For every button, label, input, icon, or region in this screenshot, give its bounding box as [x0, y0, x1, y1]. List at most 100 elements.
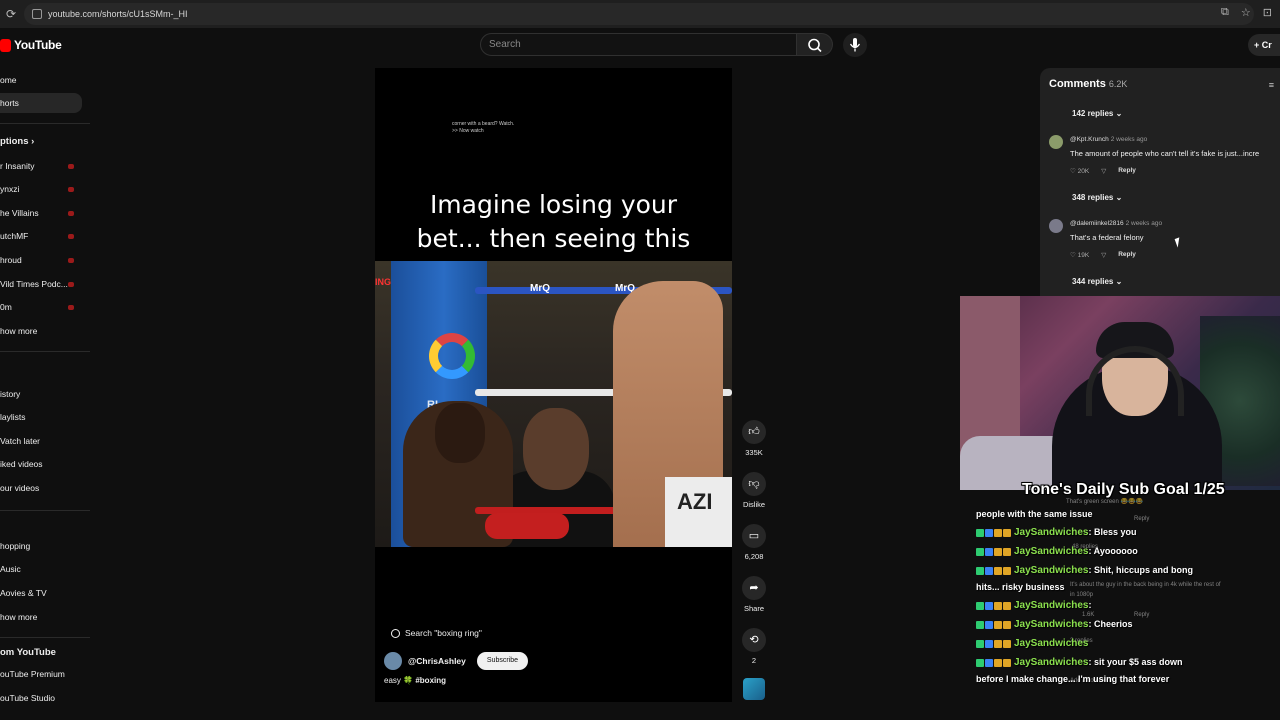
like-button[interactable]: ♡ 20K [1070, 167, 1089, 175]
reply-button[interactable]: Reply [1118, 251, 1136, 259]
browser-toolbar: ⟳ youtube.com/shorts/cU1sSMm-_HI ⧉ ☆ ⊡ [0, 0, 1280, 28]
like-button[interactable]: 👍︎ 335K [736, 420, 772, 457]
chevron-right-icon: › [31, 136, 35, 147]
seated-fighter-head [435, 403, 485, 463]
comment-username: @dalemiinkel2816 [1070, 220, 1124, 227]
sound-thumbnail[interactable] [736, 678, 772, 700]
live-icon [68, 164, 74, 169]
sidebar-item-subscription[interactable]: he Villains [0, 203, 82, 223]
sidebar-item-subscription[interactable]: ynxzi [0, 179, 82, 199]
avatar[interactable] [384, 652, 402, 670]
star-icon[interactable]: ☆ [1241, 6, 1251, 19]
sidebar-item-youtube-studio[interactable]: ouTube Studio [0, 688, 82, 708]
search-button[interactable] [797, 33, 833, 56]
chat-username: JaySandwiches [1014, 638, 1089, 649]
sidebar-item-playlists[interactable]: laylists [0, 407, 82, 427]
sidebar-item-subscription[interactable]: 0m [0, 297, 82, 317]
avatar[interactable] [1049, 135, 1063, 149]
comments-button[interactable]: ▭ 6,208 [736, 524, 772, 561]
share-icon: ➦ [742, 576, 766, 600]
comment-username: @Kpt.Krunch [1070, 136, 1109, 143]
replies-label: 344 replies [1072, 277, 1114, 286]
badge-icon [994, 566, 1002, 575]
sidebar-item-your-videos[interactable]: our videos [0, 478, 82, 498]
sidebar-item-subscription[interactable]: Vild Times Podc... [0, 274, 82, 294]
like-count: 20K [1077, 168, 1090, 175]
view-replies-button[interactable]: 142 replies ⌄ [1072, 109, 1122, 118]
chat-badges [976, 653, 1012, 672]
avatar[interactable] [1049, 219, 1063, 233]
search-icon [391, 628, 400, 638]
sidebar-item-liked-videos[interactable]: iked videos [0, 454, 82, 474]
plus-icon: + [1254, 40, 1262, 50]
search-icon [808, 38, 822, 53]
sidebar-item-subscription[interactable]: r Insanity [0, 156, 82, 176]
dislike-button[interactable]: ▽ [1101, 167, 1106, 175]
chat-message: JaySandwiches: Ayoooooo [976, 542, 1276, 561]
thumbs-down-icon: ▽ [1101, 168, 1107, 175]
sidebar-item-subscription[interactable]: utchMF [0, 226, 82, 246]
share-button[interactable]: ➦ Share [736, 576, 772, 613]
sidebar-item-shopping[interactable]: hopping [0, 536, 82, 556]
badge-icon [1003, 620, 1011, 629]
create-button[interactable]: + Cr [1248, 34, 1280, 56]
badge-icon [1003, 639, 1011, 648]
sidebar-item-youtube-premium[interactable]: ouTube Premium [0, 664, 82, 684]
badge-icon [985, 658, 993, 667]
dislike-button[interactable]: ▽ [1101, 251, 1106, 259]
like-button[interactable]: ♡ 19K [1070, 251, 1089, 259]
comment-time: 2 weeks ago [1125, 220, 1163, 227]
chat-message-text: : sit your $5 ass down [1088, 657, 1183, 667]
chat-message: JaySandwiches: [976, 596, 1276, 615]
badge-icon [976, 528, 984, 537]
comments-count: 6,208 [744, 552, 764, 561]
install-icon[interactable]: ⧉ [1221, 6, 1229, 19]
reply-button[interactable]: Reply [1118, 167, 1136, 175]
sidebar-item-history[interactable]: istory [0, 384, 82, 404]
related-search-link[interactable]: Search "boxing ring" [391, 628, 482, 638]
stream-chat: That's green screen 😂😂😂 Reply 48 replies… [976, 499, 1276, 704]
badge-icon [976, 601, 984, 610]
badge-icon [994, 620, 1002, 629]
subscription-label: hroud [0, 255, 22, 265]
sidebar-item-shorts[interactable]: horts [0, 93, 82, 113]
logo-text: YouTube [14, 38, 62, 52]
badge-icon [985, 601, 993, 610]
show-more-button[interactable]: how more [0, 321, 82, 341]
chat-message-text: before I make change... I'm using that f… [976, 674, 1170, 684]
comments-count: 6.2K [1108, 79, 1128, 89]
comment-author[interactable]: @Kpt.Krunch 2 weeks ago [1070, 136, 1147, 143]
subscription-label: ynxzi [0, 184, 20, 194]
sound-thumbnail-image [743, 678, 765, 700]
dislike-button[interactable]: 👎︎ Dislike [736, 472, 772, 509]
extensions-icon[interactable]: ⊡ [1263, 6, 1272, 19]
voice-search-button[interactable] [843, 33, 867, 57]
badge-icon [976, 658, 984, 667]
address-bar[interactable]: youtube.com/shorts/cU1sSMm-_HI [24, 3, 1254, 25]
chat-badges [976, 561, 1012, 580]
remix-button[interactable]: ⟲ 2 [736, 628, 772, 665]
sidebar-item-movies-tv[interactable]: Aovies & TV [0, 583, 82, 603]
sidebar-item-subscription[interactable]: hroud [0, 250, 82, 270]
hashtag-link[interactable]: #boxing [415, 676, 446, 685]
sort-icon[interactable]: ≡ [1269, 80, 1274, 90]
shorts-video-player[interactable]: corner with a beard? Watch. >> Now watch… [375, 68, 732, 702]
search-input[interactable]: Search [480, 33, 797, 56]
chat-message: JaySandwiches: Bless you [976, 523, 1276, 542]
site-info-icon[interactable] [32, 9, 42, 19]
overlay-line: corner with a beard? Watch. [452, 121, 515, 127]
view-replies-button[interactable]: 344 replies ⌄ [1072, 277, 1122, 286]
subscribe-button[interactable]: Subscribe [476, 652, 529, 670]
sidebar-item-home[interactable]: ome [0, 70, 82, 90]
chat-badges [976, 523, 1012, 542]
sidebar-item-watch-later[interactable]: Vatch later [0, 431, 82, 451]
view-replies-button[interactable]: 348 replies ⌄ [1072, 193, 1122, 202]
channel-name[interactable]: @ChrisAshley [408, 656, 466, 666]
comment-author[interactable]: @dalemiinkel2816 2 weeks ago [1070, 220, 1162, 227]
show-more-button[interactable]: how more [0, 607, 82, 627]
subscriptions-header[interactable]: ptions › [0, 132, 82, 152]
youtube-logo[interactable]: YouTube [0, 38, 62, 52]
live-icon [68, 282, 74, 287]
sidebar-item-music[interactable]: Ausic [0, 559, 82, 579]
reload-icon[interactable]: ⟳ [2, 7, 20, 21]
